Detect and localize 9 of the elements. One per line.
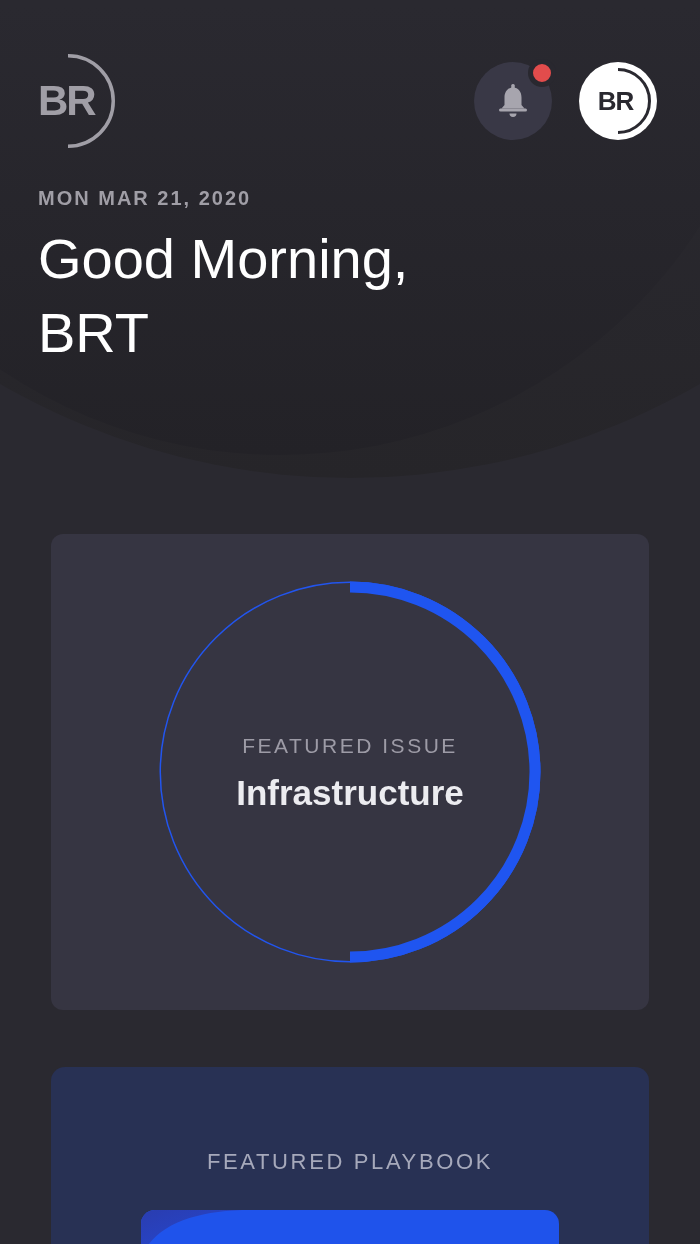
- greeting-heading: Good Morning, BRT: [37, 226, 410, 366]
- featured-playbook-card[interactable]: FEATURED PLAYBOOK: [51, 1067, 649, 1244]
- featured-issue-card[interactable]: FEATURED ISSUE Infrastructure: [51, 534, 649, 1010]
- issue-title: Infrastructure: [236, 771, 464, 814]
- date-text: MON MAR 21, 2020: [37, 186, 253, 210]
- logo-text: BR: [38, 80, 95, 122]
- section-label: FEATURED PLAYBOOK: [206, 1149, 494, 1175]
- section-label: FEATURED ISSUE: [242, 732, 458, 759]
- bell-icon: [499, 84, 527, 118]
